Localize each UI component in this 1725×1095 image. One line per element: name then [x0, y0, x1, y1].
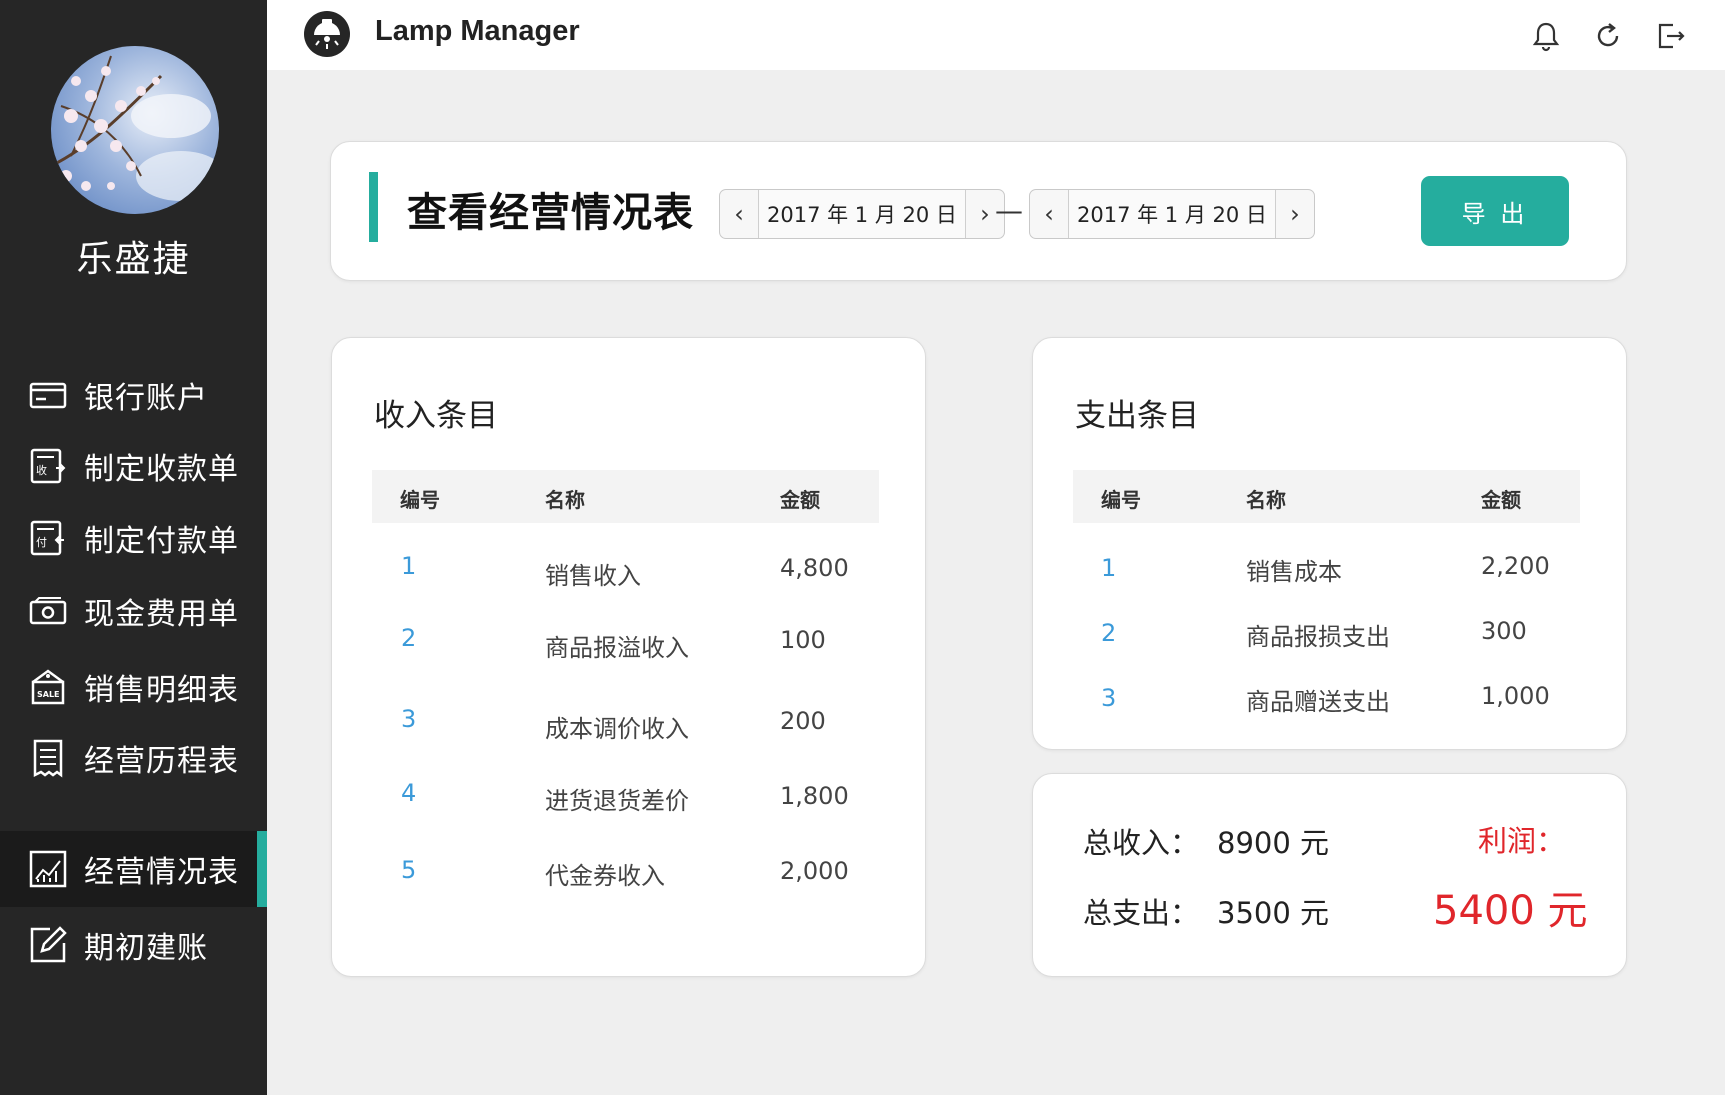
row-name: 商品赠送支出 [1246, 688, 1390, 716]
row-no: 2 [1101, 619, 1117, 647]
income-title: 收入条目 [374, 398, 498, 434]
payment-icon: 付 [30, 520, 64, 556]
sidebar-item-label: 银行账户 [84, 381, 208, 416]
svg-text:SALE: SALE [37, 690, 60, 699]
avatar[interactable] [51, 46, 219, 214]
cash-icon [29, 597, 67, 625]
sidebar-item-label: 制定付款单 [84, 524, 239, 559]
row-no: 2 [401, 624, 417, 652]
date-to-value[interactable]: 2017 年 1 月 20 日 [1068, 190, 1276, 238]
date-to-picker[interactable]: ‹ 2017 年 1 月 20 日 › [1029, 189, 1315, 239]
expense-table-header: 编号 名称 金额 [1073, 470, 1580, 523]
row-no: 5 [401, 856, 417, 884]
column-header-no: 编号 [400, 488, 440, 512]
row-amount: 2,000 [780, 857, 849, 885]
date-from-value[interactable]: 2017 年 1 月 20 日 [758, 190, 966, 238]
sidebar-item-label: 期初建账 [84, 931, 208, 966]
expense-title: 支出条目 [1075, 398, 1199, 434]
summary-card: 总收入： 8900 元 总支出： 3500 元 利润： 5400 元 [1032, 773, 1627, 977]
chevron-left-icon[interactable]: ‹ [720, 190, 758, 238]
total-expense-label: 总支出： [1083, 896, 1200, 930]
refresh-icon[interactable] [1592, 20, 1624, 52]
sidebar-item-opening-account[interactable]: 期初建账 [0, 907, 267, 983]
page-title: 查看经营情况表 [407, 190, 694, 236]
row-amount: 100 [780, 626, 826, 654]
row-amount: 4,800 [780, 554, 849, 582]
total-income-value: 8900 元 [1217, 826, 1330, 860]
row-name: 销售成本 [1246, 558, 1342, 586]
row-name: 销售收入 [545, 562, 641, 590]
top-header: Lamp Manager [267, 0, 1725, 70]
date-range-separator: — [995, 194, 1023, 227]
total-income-label: 总收入： [1083, 826, 1200, 860]
column-header-name: 名称 [545, 488, 585, 512]
app-title: Lamp Manager [375, 15, 580, 47]
date-from-picker[interactable]: ‹ 2017 年 1 月 20 日 › [719, 189, 1005, 239]
row-amount: 300 [1481, 617, 1527, 645]
row-name: 进货退货差价 [545, 787, 689, 815]
sidebar-item-bank-account[interactable]: 银行账户 [0, 357, 267, 433]
sidebar-item-label: 销售明细表 [84, 673, 239, 708]
list-doc-icon [33, 739, 63, 778]
title-accent-bar [369, 172, 378, 242]
row-amount: 2,200 [1481, 552, 1550, 580]
row-no: 1 [1101, 554, 1117, 582]
sidebar-item-payment[interactable]: 付 制定付款单 [0, 500, 267, 576]
edit-icon [30, 926, 67, 963]
row-name: 商品报损支出 [1246, 623, 1390, 651]
chevron-left-icon[interactable]: ‹ [1030, 190, 1068, 238]
svg-text:付: 付 [36, 536, 47, 549]
profit-value: 5400 元 [1433, 888, 1588, 934]
income-table-header: 编号 名称 金额 [372, 470, 879, 523]
row-no: 1 [401, 552, 417, 580]
svg-text:收: 收 [36, 463, 47, 477]
lamp-logo-icon [304, 11, 350, 57]
row-amount: 1,800 [780, 782, 849, 810]
sidebar-item-receipt[interactable]: 收 制定收款单 [0, 428, 267, 504]
column-header-amount: 金额 [780, 488, 820, 512]
bank-card-icon [29, 382, 67, 409]
sidebar-item-label: 经营历程表 [84, 744, 239, 779]
user-name: 乐盛捷 [76, 239, 191, 280]
receipt-icon: 收 [30, 448, 66, 484]
column-header-amount: 金额 [1481, 488, 1521, 512]
sidebar-item-operation-status[interactable]: 经营情况表 [0, 831, 267, 907]
chart-icon [29, 850, 67, 888]
sidebar-item-label: 制定收款单 [84, 452, 239, 487]
row-amount: 1,000 [1481, 682, 1550, 710]
profit-label: 利润： [1478, 824, 1566, 858]
logout-icon[interactable] [1654, 20, 1686, 52]
row-name: 成本调价收入 [545, 715, 689, 743]
income-card: 收入条目 编号 名称 金额 1 销售收入 4,800 2 商品报溢收入 100 … [331, 337, 926, 977]
sidebar-item-label: 经营情况表 [84, 855, 239, 890]
expense-card: 支出条目 编号 名称 金额 1 销售成本 2,200 2 商品报损支出 300 … [1032, 337, 1627, 750]
sidebar: 乐盛捷 银行账户 收 制定收款单 付 制定付款单 现金费用单 SALE 销售明细… [0, 0, 267, 1095]
row-no: 3 [1101, 684, 1117, 712]
sidebar-item-label: 现金费用单 [84, 597, 239, 632]
total-expense-value: 3500 元 [1217, 896, 1330, 930]
row-name: 商品报溢收入 [545, 634, 689, 662]
sidebar-item-operation-history[interactable]: 经营历程表 [0, 720, 267, 796]
chevron-right-icon[interactable]: › [1276, 190, 1314, 238]
sidebar-item-sales-detail[interactable]: SALE 销售明细表 [0, 649, 267, 725]
bell-icon[interactable] [1530, 20, 1562, 52]
row-amount: 200 [780, 707, 826, 735]
row-name: 代金券收入 [545, 862, 665, 890]
sidebar-item-cash-expense[interactable]: 现金费用单 [0, 573, 267, 649]
column-header-no: 编号 [1101, 488, 1141, 512]
column-header-name: 名称 [1246, 488, 1286, 512]
row-no: 3 [401, 705, 417, 733]
title-card: 查看经营情况表 ‹ 2017 年 1 月 20 日 › — ‹ 2017 年 1… [330, 141, 1627, 281]
row-no: 4 [401, 779, 417, 807]
sale-bag-icon: SALE [31, 669, 65, 705]
export-button[interactable]: 导 出 [1421, 176, 1569, 246]
